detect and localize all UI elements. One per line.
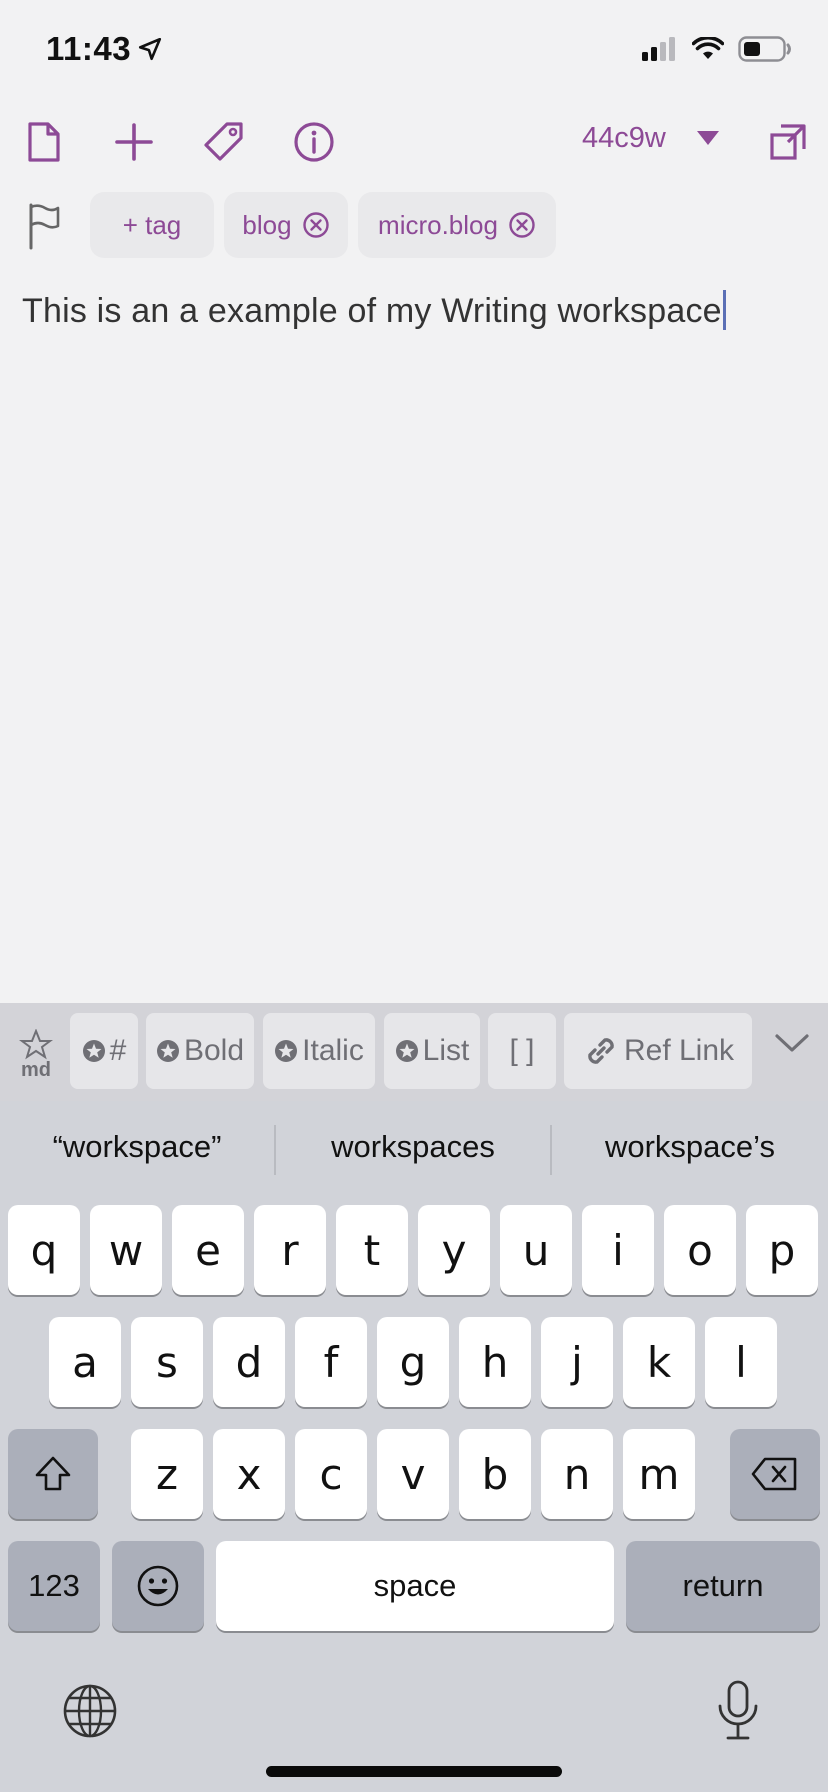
wifi-icon [692, 37, 724, 59]
key-c[interactable]: c [295, 1429, 367, 1519]
key-w[interactable]: w [90, 1205, 162, 1295]
suggestion-item[interactable]: workspace’s [552, 1129, 828, 1165]
emoji-key[interactable] [112, 1541, 204, 1631]
status-bar: 11:43 [0, 0, 828, 100]
key-x[interactable]: x [213, 1429, 285, 1519]
cellular-signal-icon [642, 37, 675, 61]
add-tag-label: + tag [122, 209, 182, 240]
md-bold-button[interactable]: Bold [146, 1013, 254, 1089]
md-button-label: Ref Link [623, 1034, 735, 1067]
editor-text: This is an a example of my Writing works… [22, 292, 722, 330]
key-p[interactable]: p [746, 1205, 818, 1295]
md-list-button[interactable]: List [384, 1013, 480, 1089]
add-tag-button[interactable]: + tag [90, 192, 214, 258]
key-h[interactable]: h [459, 1317, 531, 1407]
md-button-label: List [422, 1034, 470, 1067]
suggestion-item[interactable]: “workspace” [0, 1129, 274, 1165]
chevron-down-icon[interactable] [774, 1031, 810, 1055]
notes-list-button[interactable] [12, 110, 76, 174]
expand-icon [770, 124, 806, 160]
backspace-icon [751, 1457, 797, 1491]
status-icons [642, 36, 792, 62]
key-z[interactable]: z [131, 1429, 203, 1519]
new-note-button[interactable] [102, 110, 166, 174]
info-icon [294, 122, 334, 162]
star-badge-icon [156, 1040, 179, 1062]
remove-tag-icon[interactable] [508, 211, 536, 239]
keyboard: “workspace” workspaces workspace’s q w e… [0, 1101, 828, 1792]
link-icon [588, 1038, 614, 1064]
microphone-icon[interactable] [714, 1679, 762, 1743]
key-m[interactable]: m [623, 1429, 695, 1519]
note-editor[interactable]: This is an a example of my Writing works… [22, 290, 812, 331]
md-italic-button[interactable]: Italic [263, 1013, 375, 1089]
key-i[interactable]: i [582, 1205, 654, 1295]
star-badge-icon [395, 1040, 418, 1062]
flag-icon[interactable] [26, 202, 60, 250]
key-r[interactable]: r [254, 1205, 326, 1295]
key-j[interactable]: j [541, 1317, 613, 1407]
note-id-label[interactable]: 44c9w [582, 122, 666, 155]
md-button-label: [ ] [509, 1034, 535, 1067]
emoji-icon [137, 1565, 179, 1607]
md-ref-link-button[interactable]: Ref Link [564, 1013, 752, 1089]
tag-icon [204, 122, 243, 161]
tag-chip-microblog[interactable]: micro.blog [358, 192, 556, 258]
predictive-bar: “workspace” workspaces workspace’s [0, 1101, 828, 1201]
key-u[interactable]: u [500, 1205, 572, 1295]
key-s[interactable]: s [131, 1317, 203, 1407]
key-n[interactable]: n [541, 1429, 613, 1519]
markdown-logo-icon[interactable]: md [14, 1029, 58, 1079]
md-button-label: Bold [183, 1034, 245, 1067]
key-v[interactable]: v [377, 1429, 449, 1519]
tags-button[interactable] [192, 110, 256, 174]
svg-text:md: md [21, 1059, 51, 1079]
key-f[interactable]: f [295, 1317, 367, 1407]
tag-chip-label: blog [242, 209, 292, 240]
suggestion-item[interactable]: workspaces [276, 1129, 550, 1165]
md-button-label: # [109, 1034, 127, 1067]
delete-key[interactable] [730, 1429, 820, 1519]
home-indicator [266, 1766, 562, 1777]
tag-chip-blog[interactable]: blog [224, 192, 348, 258]
location-arrow-icon [139, 37, 162, 61]
key-k[interactable]: k [623, 1317, 695, 1407]
key-t[interactable]: t [336, 1205, 408, 1295]
document-icon [28, 122, 60, 162]
key-y[interactable]: y [418, 1205, 490, 1295]
app-toolbar: 44c9w [0, 110, 828, 174]
md-brackets-button[interactable]: [ ] [488, 1013, 556, 1089]
shift-key[interactable] [8, 1429, 98, 1519]
key-a[interactable]: a [49, 1317, 121, 1407]
remove-tag-icon[interactable] [302, 211, 330, 239]
star-badge-icon [82, 1040, 105, 1062]
key-e[interactable]: e [172, 1205, 244, 1295]
plus-icon [115, 123, 153, 161]
space-key[interactable]: space [216, 1541, 614, 1631]
numbers-key[interactable]: 123 [8, 1541, 100, 1631]
tags-row: + tag blog micro.blog [0, 192, 828, 258]
globe-icon[interactable] [62, 1683, 118, 1739]
status-time-text: 11:43 [46, 30, 132, 67]
dropdown-caret-icon[interactable] [696, 128, 720, 148]
battery-icon [738, 36, 791, 62]
md-heading-button[interactable]: # [70, 1013, 138, 1089]
key-q[interactable]: q [8, 1205, 80, 1295]
shift-arrow-icon [35, 1456, 71, 1491]
return-key[interactable]: return [626, 1541, 820, 1631]
key-o[interactable]: o [664, 1205, 736, 1295]
star-badge-icon [275, 1040, 298, 1062]
info-button[interactable] [282, 110, 346, 174]
key-g[interactable]: g [377, 1317, 449, 1407]
key-l[interactable]: l [705, 1317, 777, 1407]
markdown-toolbar: md # Bold Italic List [ ] Ref Link [0, 1003, 828, 1101]
tag-chip-label: micro.blog [378, 209, 498, 240]
text-cursor [722, 290, 726, 330]
expand-button[interactable] [756, 110, 820, 174]
key-b[interactable]: b [459, 1429, 531, 1519]
md-button-label: Italic [302, 1034, 364, 1067]
key-d[interactable]: d [213, 1317, 285, 1407]
status-time: 11:43 [46, 30, 163, 68]
